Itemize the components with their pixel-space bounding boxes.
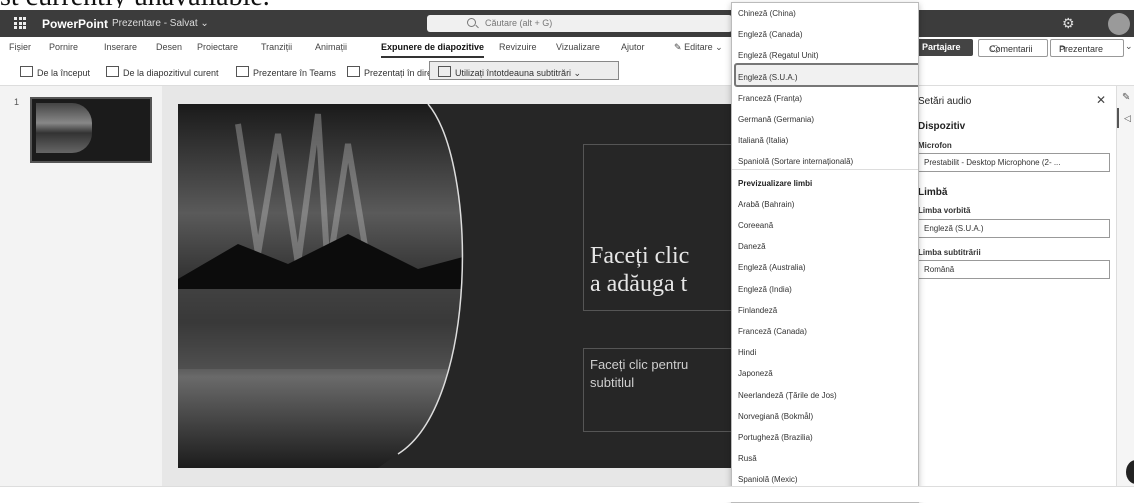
from-start-label: De la început [37,68,91,78]
audio-panel-title: Setări audio [918,96,972,107]
tab-help[interactable]: Ajutor [621,42,645,52]
language-option[interactable]: Engleză (Canada) [738,30,802,39]
tab-file[interactable]: Fișier [9,42,31,52]
language-option[interactable]: Spaniolă (Sortare internațională) [738,157,853,166]
language-option[interactable]: Portugheză (Brazilia) [738,433,813,442]
pen-icon[interactable]: ✎ [1122,92,1130,103]
close-icon[interactable]: ✕ [1096,93,1106,107]
share-label: Partajare [922,42,961,52]
language-option[interactable]: Finlandeză [738,306,777,315]
language-option[interactable]: Engleză (Australia) [738,263,806,272]
present-teams-label: Prezentare în Teams [253,68,336,78]
language-option[interactable]: Rusă [738,454,757,463]
teams-icon [236,66,249,77]
present-teams-button[interactable]: Prezentare în Teams [236,66,336,78]
slide-subtitle[interactable]: Faceți clic pentru subtitlul [590,356,688,392]
language-option[interactable]: Coreeană [738,221,773,230]
active-indicator [1117,108,1119,128]
language-option[interactable]: Engleză (Regatul Unit) [738,51,818,60]
always-subtitles-button[interactable]: Utilizați întotdeauna subtitrări ⌄ [438,66,581,79]
share-button[interactable]: Partajare [917,39,973,56]
language-option[interactable]: Daneză [738,242,766,251]
tab-design[interactable]: Proiectare [197,42,238,52]
always-subtitles-label: Utilizați întotdeauna subtitrări ⌄ [455,68,582,78]
language-option[interactable]: Japoneză [738,369,773,378]
spoken-language-select[interactable]: Engleză (S.U.A.) [918,219,1110,238]
pencil-icon: ✎ [674,42,682,52]
language-option[interactable]: Franceză (Canada) [738,327,807,336]
language-option[interactable]: Italiană (Italia) [738,136,788,145]
language-section-heading: Limbă [918,187,948,198]
speaker-icon[interactable]: ◁ [1124,113,1131,124]
language-option[interactable]: Neerlandeză (Țările de Jos) [738,391,837,400]
tab-slideshow[interactable]: Expunere de diapozitive [381,42,485,58]
status-bar [0,486,1134,502]
caption-text: st currently unavailable. [0,0,1134,8]
from-current-label: De la diapozitivul curent [123,68,219,78]
from-current-button[interactable]: De la diapozitivul curent [106,66,219,78]
subtitle-language-select[interactable]: Română [918,260,1110,279]
language-option[interactable]: Franceză (Franța) [738,94,802,103]
language-dropdown: Chineză (China) Engleză (Canada) Engleză (… [731,2,919,503]
subtitles-icon [438,66,451,77]
thumbnail-photo [36,103,92,153]
language-option-selected[interactable]: Engleză (S.U.A.) [738,73,798,82]
search-box[interactable]: Căutare (alt + G) [427,15,732,32]
microphone-value: Prestabilit - Desktop Microphone (2- ... [924,158,1061,167]
settings-icon[interactable]: ⚙ [1062,15,1075,32]
spoken-language-value: Engleză (S.U.A.) [924,224,984,233]
projector-icon [347,66,360,77]
device-section-heading: Dispozitiv [918,121,966,132]
tab-insert[interactable]: Inserare [104,42,137,52]
subtitle-language-value: Română [924,265,955,274]
language-option[interactable]: Spaniolă (Mexic) [738,475,798,484]
present-dropdown-chevron-icon[interactable]: ⌄ [1125,41,1133,52]
language-option[interactable]: Engleză (India) [738,285,792,294]
present-button[interactable]: ⊓ Prezentare [1050,39,1124,57]
editing-mode-button[interactable]: ✎ Editare ⌄ [674,42,723,53]
search-placeholder: Căutare (alt + G) [485,18,553,28]
language-option[interactable]: Hindi [738,348,756,357]
language-option[interactable]: Norvegiană (Bokmål) [738,412,813,421]
language-option[interactable]: Germană (Germania) [738,115,814,124]
tab-draw[interactable]: Desen [156,42,182,52]
present-label: Prezentare [1059,44,1104,54]
avatar[interactable] [1108,13,1130,35]
projector-icon [106,66,119,77]
comments-button[interactable]: 🗨 Comentarii [978,39,1048,57]
slide-title[interactable]: Faceți clic a adăuga t [590,242,689,298]
tab-review[interactable]: Revizuire [499,42,537,52]
side-toolbar [1116,86,1134,486]
from-start-button[interactable]: De la început [20,66,90,78]
tab-view[interactable]: Vizualizare [556,42,600,52]
slide-thumbnail[interactable] [30,97,152,163]
slide-number: 1 [14,97,20,107]
projector-icon [20,66,33,77]
dropdown-divider [732,169,918,170]
app-launcher-icon[interactable] [14,17,26,29]
tab-home[interactable]: Pornire [49,42,78,52]
language-option[interactable]: Arabă (Bahrain) [738,200,794,209]
aurora-photo [178,104,464,468]
tab-animations[interactable]: Animații [315,42,347,52]
editing-mode-label: Editare ⌄ [684,42,723,52]
document-name[interactable]: Prezentare - Salvat ⌄ [112,18,209,29]
title-bar: PowerPoint Prezentare - Salvat ⌄ Căutare… [0,10,1134,37]
tab-transitions[interactable]: Tranziții [261,42,292,52]
search-icon [467,18,476,27]
language-option[interactable]: Chineză (China) [738,9,796,18]
microphone-select[interactable]: Prestabilit - Desktop Microphone (2- ... [918,153,1110,172]
comments-label: Comentarii [989,44,1033,54]
subtitle-language-label: Limba subtitrării [918,248,981,257]
spoken-language-label: Limba vorbită [918,206,971,215]
microphone-label: Microfon [918,141,952,150]
app-name[interactable]: PowerPoint [42,17,108,31]
dropdown-section-header: Previzualizare limbi [738,178,813,188]
